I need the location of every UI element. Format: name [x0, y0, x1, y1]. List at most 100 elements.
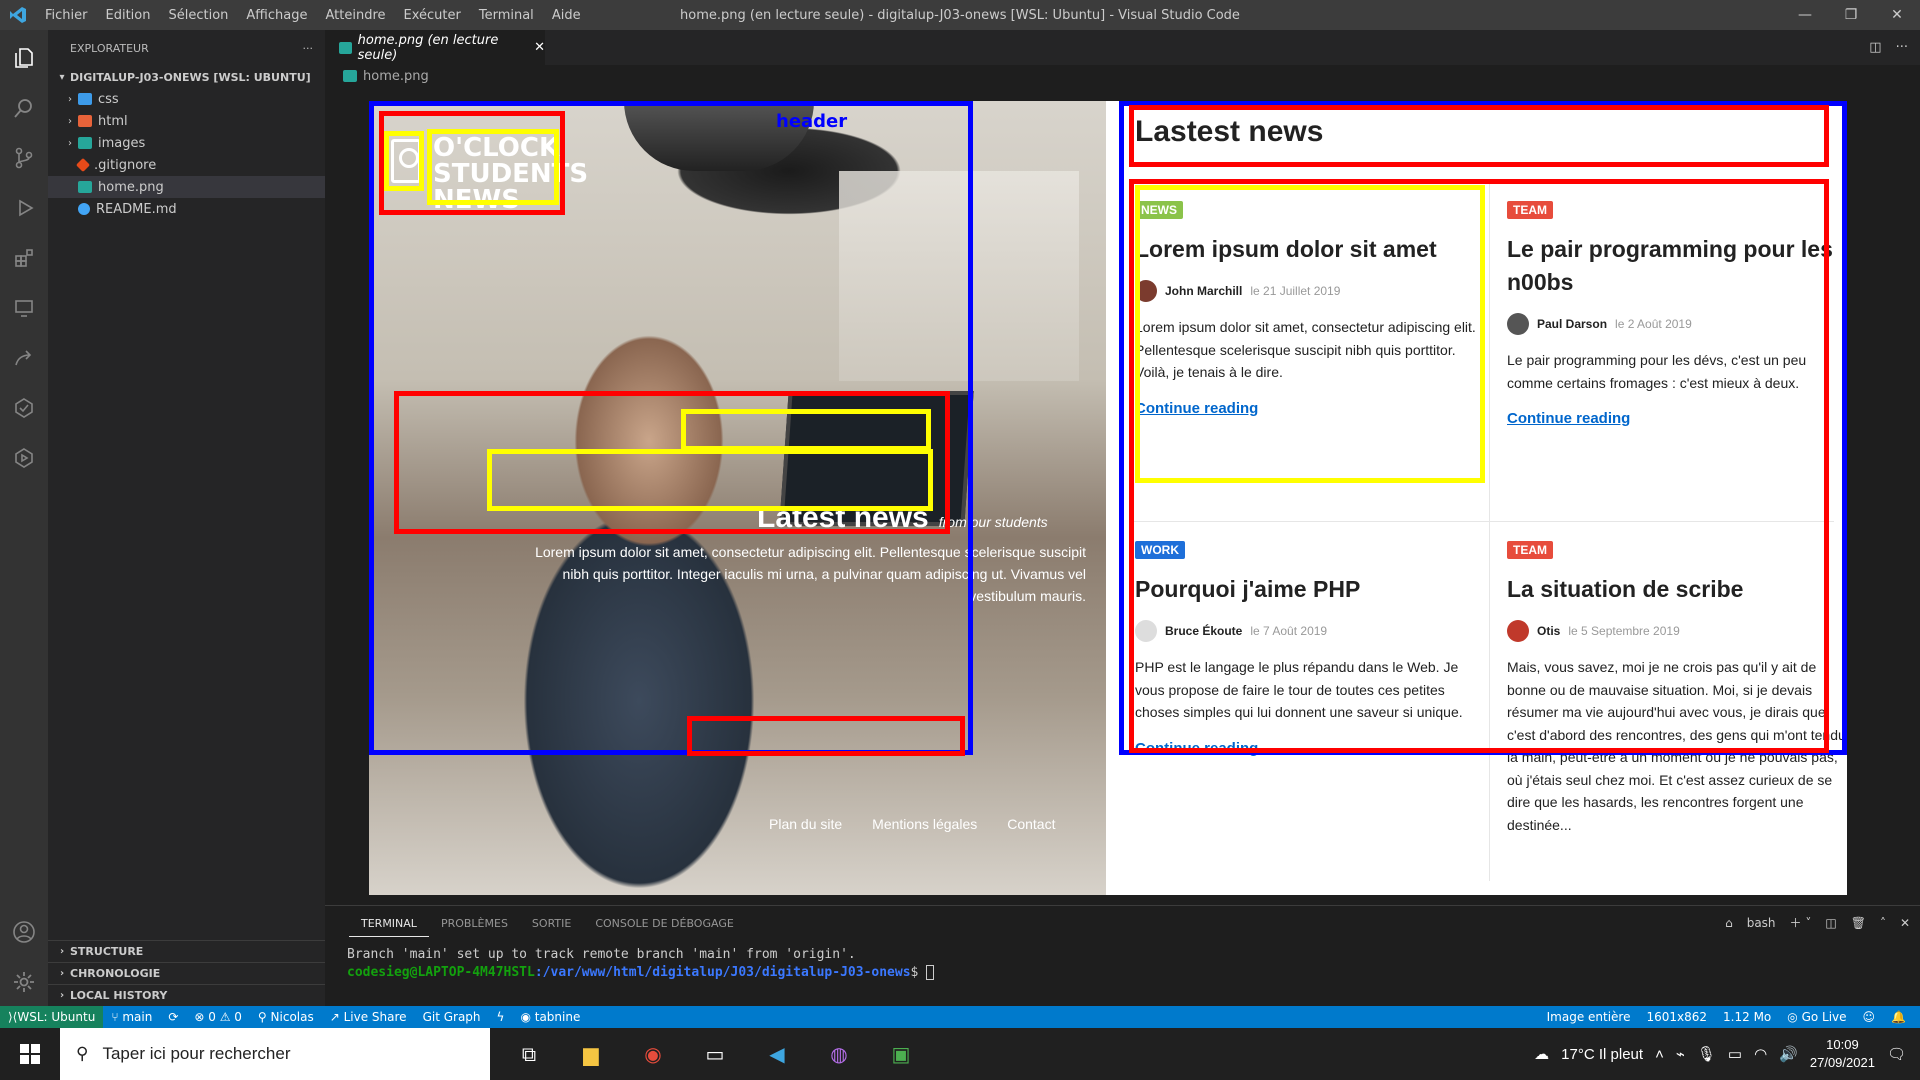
image-size: 1.12 Mo [1723, 1010, 1772, 1024]
windows-start-button[interactable] [0, 1044, 60, 1064]
remote-indicator[interactable]: ⟩⟨ WSL: Ubuntu [0, 1006, 104, 1028]
image-file-icon [78, 181, 92, 193]
lightning-icon[interactable]: ϟ [489, 1010, 513, 1024]
new-terminal-icon[interactable]: ＋ ˅ [1790, 914, 1812, 931]
app-icon[interactable]: ◍ [810, 1028, 868, 1080]
problems-indicator[interactable]: ⊗ 0 ⚠ 0 [186, 1010, 250, 1024]
testing-icon[interactable] [8, 392, 40, 424]
tree-item-gitignore[interactable]: .gitignore [48, 154, 325, 176]
chevron-right-icon: › [68, 93, 72, 105]
menu-edition[interactable]: Edition [97, 8, 160, 23]
tree-item-readme[interactable]: README.md [48, 198, 325, 220]
shell-name[interactable]: bash [1747, 916, 1776, 930]
tabnine-indicator[interactable]: ◉ tabnine [512, 1010, 588, 1024]
outline-heading-red [1129, 105, 1829, 167]
split-editor-icon[interactable]: ◫ [1869, 40, 1881, 55]
tree-item-home-png[interactable]: home.png [48, 176, 325, 198]
more-actions-icon[interactable]: ··· [303, 42, 314, 55]
taskbar-search[interactable]: ⚲ Taper ici pour rechercher [60, 1028, 490, 1080]
branch-indicator[interactable]: ⑂ main [103, 1010, 160, 1024]
terminal-output[interactable]: Branch 'main' set up to track remote bra… [325, 940, 1920, 988]
tree-item-html[interactable]: › html [48, 110, 325, 132]
search-placeholder: Taper ici pour rechercher [102, 1044, 291, 1063]
windows-taskbar: ⚲ Taper ici pour rechercher ⧉ ▆ ◉ ▭ ◀ ◍ … [0, 1028, 1920, 1080]
feedback-icon[interactable]: ☺ [1855, 1010, 1884, 1024]
terminal-cursor [926, 965, 935, 980]
section-label: STRUCTURE [70, 945, 144, 958]
task-view-icon[interactable]: ⧉ [500, 1028, 558, 1080]
tab-problems[interactable]: PROBLÈMES [429, 917, 520, 930]
tray-battery-icon[interactable]: ▭ [1728, 1045, 1742, 1063]
settings-gear-icon[interactable] [8, 966, 40, 998]
workspace-root[interactable]: ▾ DIGITALUP-J03-ONEWS [WSL: UBUNTU] [48, 66, 325, 88]
status-bar: ⟩⟨ WSL: Ubuntu ⑂ main ⟳ ⊗ 0 ⚠ 0 ⚲ Nicola… [0, 1006, 1920, 1028]
explorer-sidebar: EXPLORATEUR ··· ▾ DIGITALUP-J03-ONEWS [WSL… [48, 30, 325, 1006]
menu-atteindre[interactable]: Atteindre [316, 8, 394, 23]
image-dimensions: 1601x862 [1646, 1010, 1708, 1024]
search-icon[interactable] [8, 92, 40, 124]
go-live-label: Go Live [1801, 1010, 1847, 1024]
git-graph-button[interactable]: Git Graph [415, 1010, 489, 1024]
menu-aide[interactable]: Aide [543, 8, 590, 23]
chevron-down-icon: ▾ [59, 71, 65, 83]
notifications-bell-icon[interactable]: 🔔 [1883, 1010, 1914, 1024]
extensions-icon[interactable] [8, 242, 40, 274]
source-control-icon[interactable] [8, 142, 40, 174]
menu-affichage[interactable]: Affichage [237, 8, 316, 23]
close-window-button[interactable]: ✕ [1874, 0, 1920, 30]
user-indicator[interactable]: ⚲ Nicolas [250, 1010, 322, 1024]
menu-bar: Fichier Edition Sélection Affichage Atte… [36, 8, 590, 23]
section-label: LOCAL HISTORY [70, 989, 168, 1002]
section-structure[interactable]: › STRUCTURE [48, 940, 325, 962]
tree-item-css[interactable]: › css [48, 88, 325, 110]
go-live-button[interactable]: ◎ Go Live [1779, 1010, 1854, 1024]
restore-button[interactable]: ❐ [1828, 0, 1874, 30]
trash-icon[interactable]: 🗑 [1851, 916, 1866, 930]
tray-chevron-up-icon[interactable]: ˄ [1655, 1046, 1664, 1063]
tray-mic-icon[interactable]: 🎙 [1697, 1045, 1716, 1063]
tray-network-icon[interactable]: ⌁ [1676, 1045, 1685, 1063]
vscode-icon[interactable]: ◀ [748, 1028, 806, 1080]
menu-selection[interactable]: Sélection [159, 8, 237, 23]
explorer-icon[interactable] [8, 42, 40, 74]
split-terminal-icon[interactable]: ◫ [1825, 916, 1836, 930]
accounts-icon[interactable] [8, 916, 40, 948]
maximize-panel-icon[interactable]: ˄ [1880, 916, 1886, 930]
terminal-icon[interactable]: ▭ [686, 1028, 744, 1080]
weather-text[interactable]: 17°C Il pleut [1561, 1046, 1643, 1063]
clock[interactable]: 10:09 27/09/2021 [1810, 1036, 1875, 1072]
live-share-button[interactable]: ↗ Live Share [322, 1010, 415, 1024]
sync-icon[interactable]: ⟳ [160, 1010, 186, 1024]
breadcrumb-item[interactable]: home.png [363, 69, 429, 84]
tree-item-label: home.png [98, 179, 164, 195]
live-share-icon[interactable] [8, 342, 40, 374]
section-chronologie[interactable]: › CHRONOLOGIE [48, 962, 325, 984]
menu-executer[interactable]: Exécuter [395, 8, 470, 23]
remote-explorer-icon[interactable] [8, 292, 40, 324]
menu-terminal[interactable]: Terminal [470, 8, 543, 23]
close-panel-icon[interactable]: ✕ [1900, 916, 1910, 930]
tab-terminal[interactable]: TERMINAL [349, 910, 429, 937]
chrome-icon[interactable]: ◉ [624, 1028, 682, 1080]
more-actions-icon[interactable]: ··· [1896, 40, 1908, 55]
section-local-history[interactable]: › LOCAL HISTORY [48, 984, 325, 1006]
file-explorer-icon[interactable]: ▆ [562, 1028, 620, 1080]
tab-home-png[interactable]: home.png (en lecture seule) ✕ [325, 30, 545, 65]
minimize-button[interactable]: — [1782, 0, 1828, 30]
tray-wifi-icon[interactable]: ◠ [1754, 1045, 1767, 1063]
run-debug-icon[interactable] [8, 192, 40, 224]
tray-volume-icon[interactable]: 🔊 [1779, 1045, 1798, 1063]
remote-label: WSL: Ubuntu [17, 1010, 96, 1024]
image-viewer-icon[interactable]: ▣ [872, 1028, 930, 1080]
tree-item-images[interactable]: › images [48, 132, 325, 154]
docker-icon[interactable] [8, 442, 40, 474]
tab-output[interactable]: SORTIE [520, 917, 583, 930]
clock-date: 27/09/2021 [1809, 1055, 1875, 1070]
image-mode[interactable]: Image entière [1539, 1010, 1639, 1024]
menu-fichier[interactable]: Fichier [36, 8, 97, 23]
footer-links: Plan du site Mentions légales Contact [769, 816, 1055, 832]
tab-debug-console[interactable]: CONSOLE DE DÉBOGAGE [583, 917, 745, 930]
notification-center-icon[interactable]: 🗨 [1887, 1045, 1906, 1063]
live-share-label: Live Share [343, 1010, 407, 1024]
close-tab-icon[interactable]: ✕ [534, 40, 545, 55]
